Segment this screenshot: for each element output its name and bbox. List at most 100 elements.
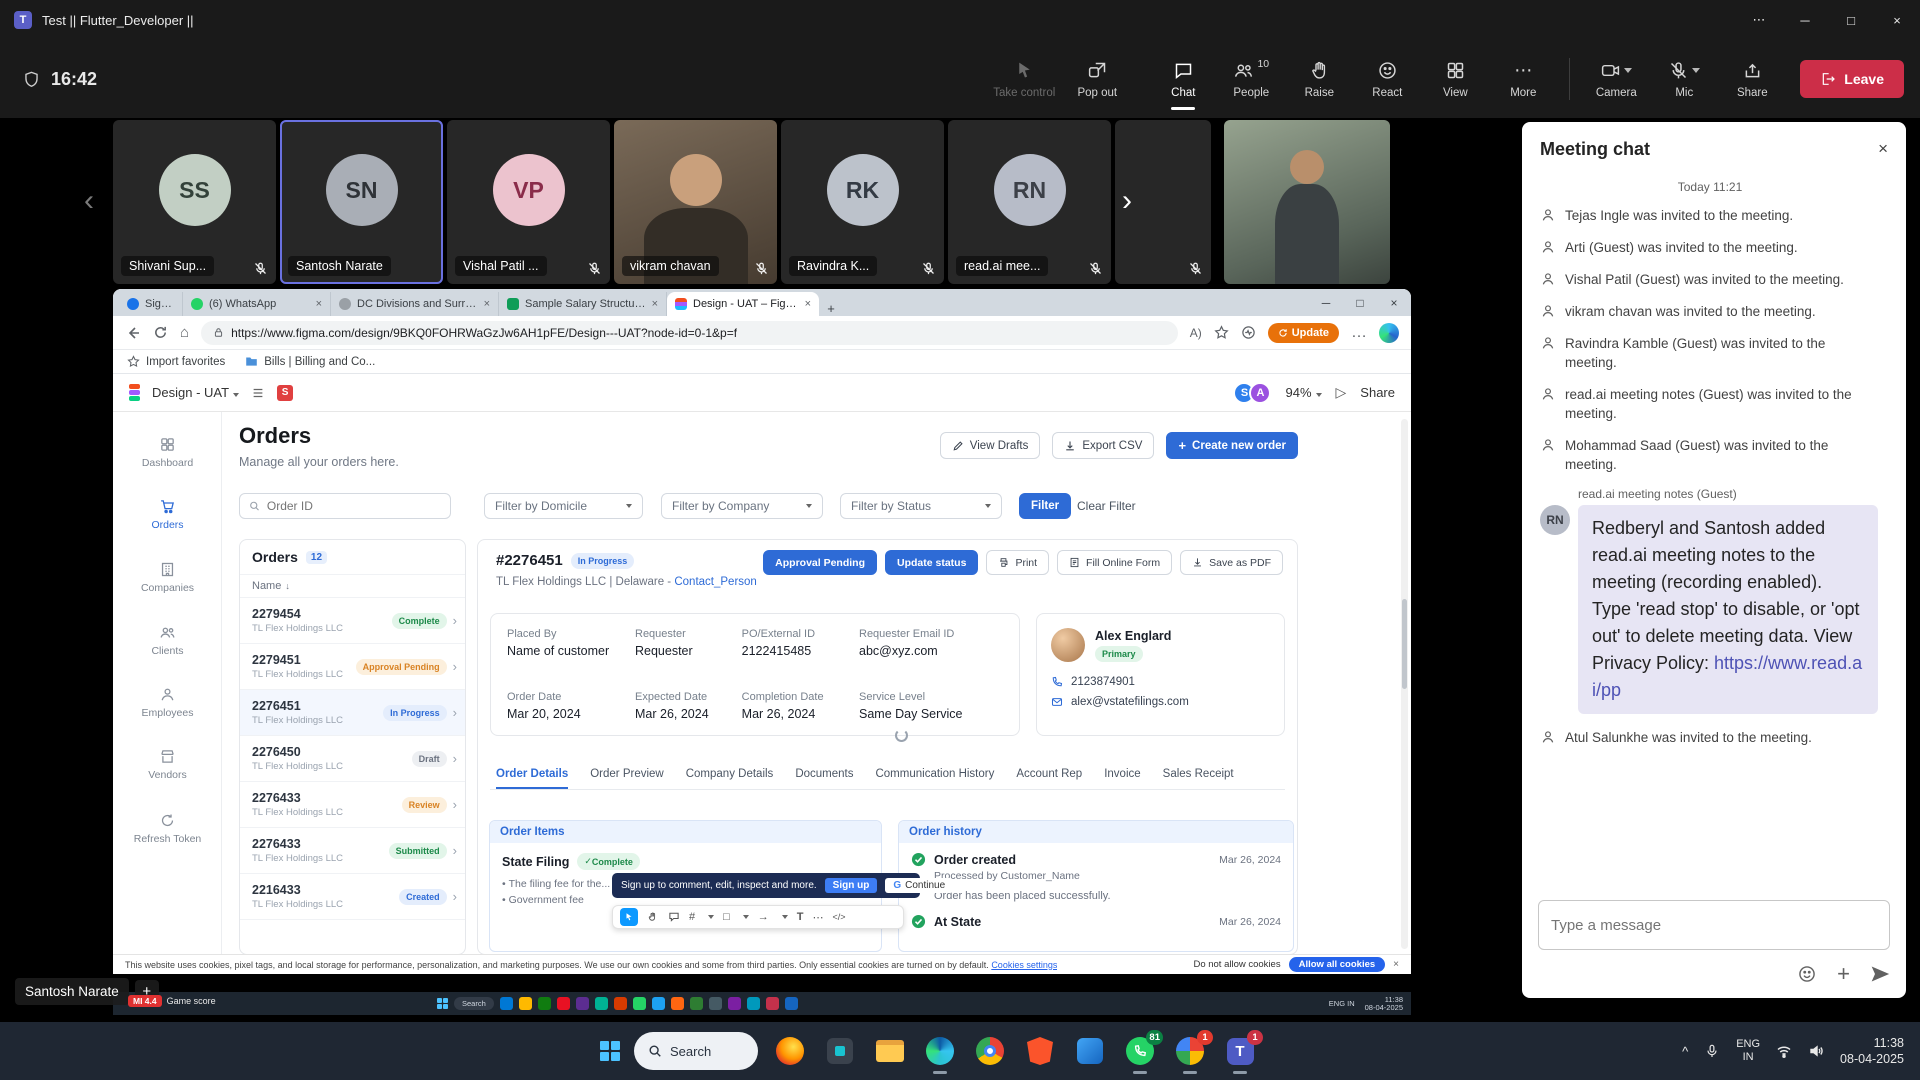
search-pill[interactable]: Search bbox=[454, 997, 494, 1010]
order-row[interactable]: 2276433TL Flex Holdings LLC Submitted› bbox=[240, 828, 465, 874]
file-explorer-icon[interactable] bbox=[872, 1033, 908, 1069]
read-aloud-icon[interactable]: A) bbox=[1190, 326, 1202, 340]
sidebar-item-employees[interactable]: Employees bbox=[113, 686, 222, 719]
tab-company-details[interactable]: Company Details bbox=[686, 768, 774, 789]
mic-button[interactable]: Mic bbox=[1652, 46, 1716, 112]
react-button[interactable]: React bbox=[1355, 46, 1419, 112]
pinned-app-icon[interactable] bbox=[747, 997, 760, 1010]
refresh-icon[interactable] bbox=[153, 325, 168, 340]
pinned-app-icon[interactable] bbox=[690, 997, 703, 1010]
new-tab-icon[interactable]: + bbox=[819, 301, 843, 316]
taskbar-search[interactable]: Search bbox=[634, 1032, 758, 1070]
allow-cookies-button[interactable]: Allow all cookies bbox=[1289, 957, 1386, 972]
settings-dots-icon[interactable]: … bbox=[1351, 324, 1367, 342]
volume-icon[interactable] bbox=[1808, 1043, 1824, 1059]
strip-next-icon[interactable]: › bbox=[1122, 186, 1132, 216]
participant-tile[interactable]: vikram chavan bbox=[614, 120, 777, 284]
tab-close-icon[interactable]: × bbox=[484, 298, 490, 310]
close-icon[interactable]: × bbox=[1393, 959, 1399, 970]
participant-tile[interactable]: RK Ravindra K... bbox=[781, 120, 944, 284]
tab-account-rep[interactable]: Account Rep bbox=[1016, 768, 1082, 789]
pinned-app-icon[interactable] bbox=[519, 997, 532, 1010]
update-button[interactable]: Update bbox=[1268, 323, 1339, 343]
tab-order-details[interactable]: Order Details bbox=[496, 768, 568, 789]
mini-clock[interactable]: 11:3808-04-2025 bbox=[1365, 996, 1403, 1012]
browser-tab[interactable]: Sign in bbox=[119, 292, 183, 316]
emoji-icon[interactable] bbox=[1797, 964, 1817, 984]
sidebar-item-vendors[interactable]: Vendors bbox=[113, 748, 222, 781]
leave-button[interactable]: Leave bbox=[1800, 60, 1904, 98]
chevron-down-icon[interactable] bbox=[708, 915, 714, 919]
filter-button[interactable]: Filter bbox=[1019, 493, 1071, 519]
tab-sales-receipt[interactable]: Sales Receipt bbox=[1163, 768, 1234, 789]
order-row-selected[interactable]: 2276451TL Flex Holdings LLC In Progress› bbox=[240, 690, 465, 736]
pinned-app-icon[interactable] bbox=[614, 997, 627, 1010]
approval-pending-button[interactable]: Approval Pending bbox=[763, 550, 877, 575]
window-menu-icon[interactable]: ⋯ bbox=[1736, 0, 1782, 40]
figma-logo-icon[interactable] bbox=[129, 384, 140, 401]
whatsapp-icon[interactable]: 81 bbox=[1122, 1033, 1158, 1069]
frame-tool-icon[interactable]: # bbox=[689, 911, 695, 923]
print-button[interactable]: Print bbox=[986, 550, 1049, 575]
update-status-button[interactable]: Update status bbox=[885, 550, 978, 575]
maximize-icon[interactable]: □ bbox=[1828, 0, 1874, 40]
wifi-icon[interactable] bbox=[1776, 1043, 1792, 1059]
order-id-search[interactable] bbox=[239, 493, 451, 519]
tab-invoice[interactable]: Invoice bbox=[1104, 768, 1140, 789]
chat-message-input[interactable] bbox=[1538, 900, 1890, 950]
view-button[interactable]: View bbox=[1423, 46, 1487, 112]
clear-filter-button[interactable]: Clear Filter bbox=[1077, 499, 1136, 513]
contact-email[interactable]: alex@vstatefilings.com bbox=[1051, 696, 1270, 708]
pinned-app-icon[interactable] bbox=[557, 997, 570, 1010]
back-icon[interactable] bbox=[125, 325, 141, 341]
shape-tool-icon[interactable]: □ bbox=[723, 911, 730, 923]
pinned-app-icon[interactable] bbox=[785, 997, 798, 1010]
sidebar-item-dashboard[interactable]: Dashboard bbox=[113, 436, 222, 469]
browser-tab[interactable]: DC Divisions and Surroundings × bbox=[331, 292, 499, 316]
chevron-down-icon[interactable] bbox=[743, 915, 749, 919]
filter-status-select[interactable]: Filter by Status bbox=[840, 493, 1002, 519]
cookie-settings-link[interactable]: Cookies settings bbox=[991, 960, 1057, 970]
pinned-app-icon[interactable] bbox=[500, 997, 513, 1010]
list-column-header[interactable]: Name↓ bbox=[240, 574, 465, 598]
order-row[interactable]: 2279451TL Flex Holdings LLC Approval Pen… bbox=[240, 644, 465, 690]
cursor-tool-icon[interactable] bbox=[620, 908, 638, 926]
hand-tool-icon[interactable] bbox=[647, 911, 659, 923]
camera-button[interactable]: Camera bbox=[1584, 46, 1648, 112]
edge-icon[interactable] bbox=[922, 1033, 958, 1069]
strip-prev-icon[interactable]: ‹ bbox=[84, 186, 94, 216]
tab-documents[interactable]: Documents bbox=[795, 768, 853, 789]
save-pdf-button[interactable]: Save as PDF bbox=[1180, 550, 1283, 575]
filter-domicile-select[interactable]: Filter by Domicile bbox=[484, 493, 643, 519]
browser-tab[interactable]: Sample Salary Structure with calc × bbox=[499, 292, 667, 316]
more-button[interactable]: ⋯ More bbox=[1491, 46, 1555, 112]
chrome-profile-icon[interactable]: 1 bbox=[1172, 1033, 1208, 1069]
participant-tile[interactable]: SS Shivani Sup... bbox=[113, 120, 276, 284]
send-icon[interactable] bbox=[1870, 964, 1890, 984]
pop-out-button[interactable]: Pop out bbox=[1065, 46, 1129, 112]
scrollbar[interactable] bbox=[1401, 419, 1408, 949]
browser-tab-active[interactable]: Design - UAT – Figma × bbox=[667, 292, 819, 316]
camera-dropdown-icon[interactable] bbox=[1624, 68, 1632, 73]
view-drafts-button[interactable]: View Drafts bbox=[940, 432, 1041, 459]
pinned-app-icon[interactable] bbox=[595, 997, 608, 1010]
google-continue-button[interactable]: GContinue bbox=[885, 878, 953, 893]
figma-pages-icon[interactable] bbox=[251, 386, 265, 400]
self-video-tile[interactable] bbox=[1224, 120, 1390, 284]
language-indicator[interactable]: ENGIN bbox=[1736, 1038, 1760, 1064]
pinned-app-icon[interactable] bbox=[728, 997, 741, 1010]
pinned-app-icon[interactable] bbox=[538, 997, 551, 1010]
zoom-control[interactable]: 94% bbox=[1285, 385, 1321, 400]
sidebar-item-orders[interactable]: Orders bbox=[113, 498, 222, 531]
sidebar-item-clients[interactable]: Clients bbox=[113, 624, 222, 657]
code-tool-icon[interactable]: </> bbox=[833, 912, 846, 922]
mic-dropdown-icon[interactable] bbox=[1692, 68, 1700, 73]
participant-tile[interactable]: RN read.ai mee... bbox=[948, 120, 1111, 284]
pinned-app-icon[interactable] bbox=[709, 997, 722, 1010]
connector-tool-icon[interactable]: → bbox=[758, 911, 769, 923]
scrollbar-thumb[interactable] bbox=[1402, 599, 1407, 689]
participant-tile[interactable]: VP Vishal Patil ... bbox=[447, 120, 610, 284]
url-field[interactable]: https://www.figma.com/design/9BKQ0FOHRWa… bbox=[201, 321, 1178, 345]
sidebar-item-companies[interactable]: Companies bbox=[113, 561, 222, 594]
close-icon[interactable]: × bbox=[1878, 139, 1888, 159]
